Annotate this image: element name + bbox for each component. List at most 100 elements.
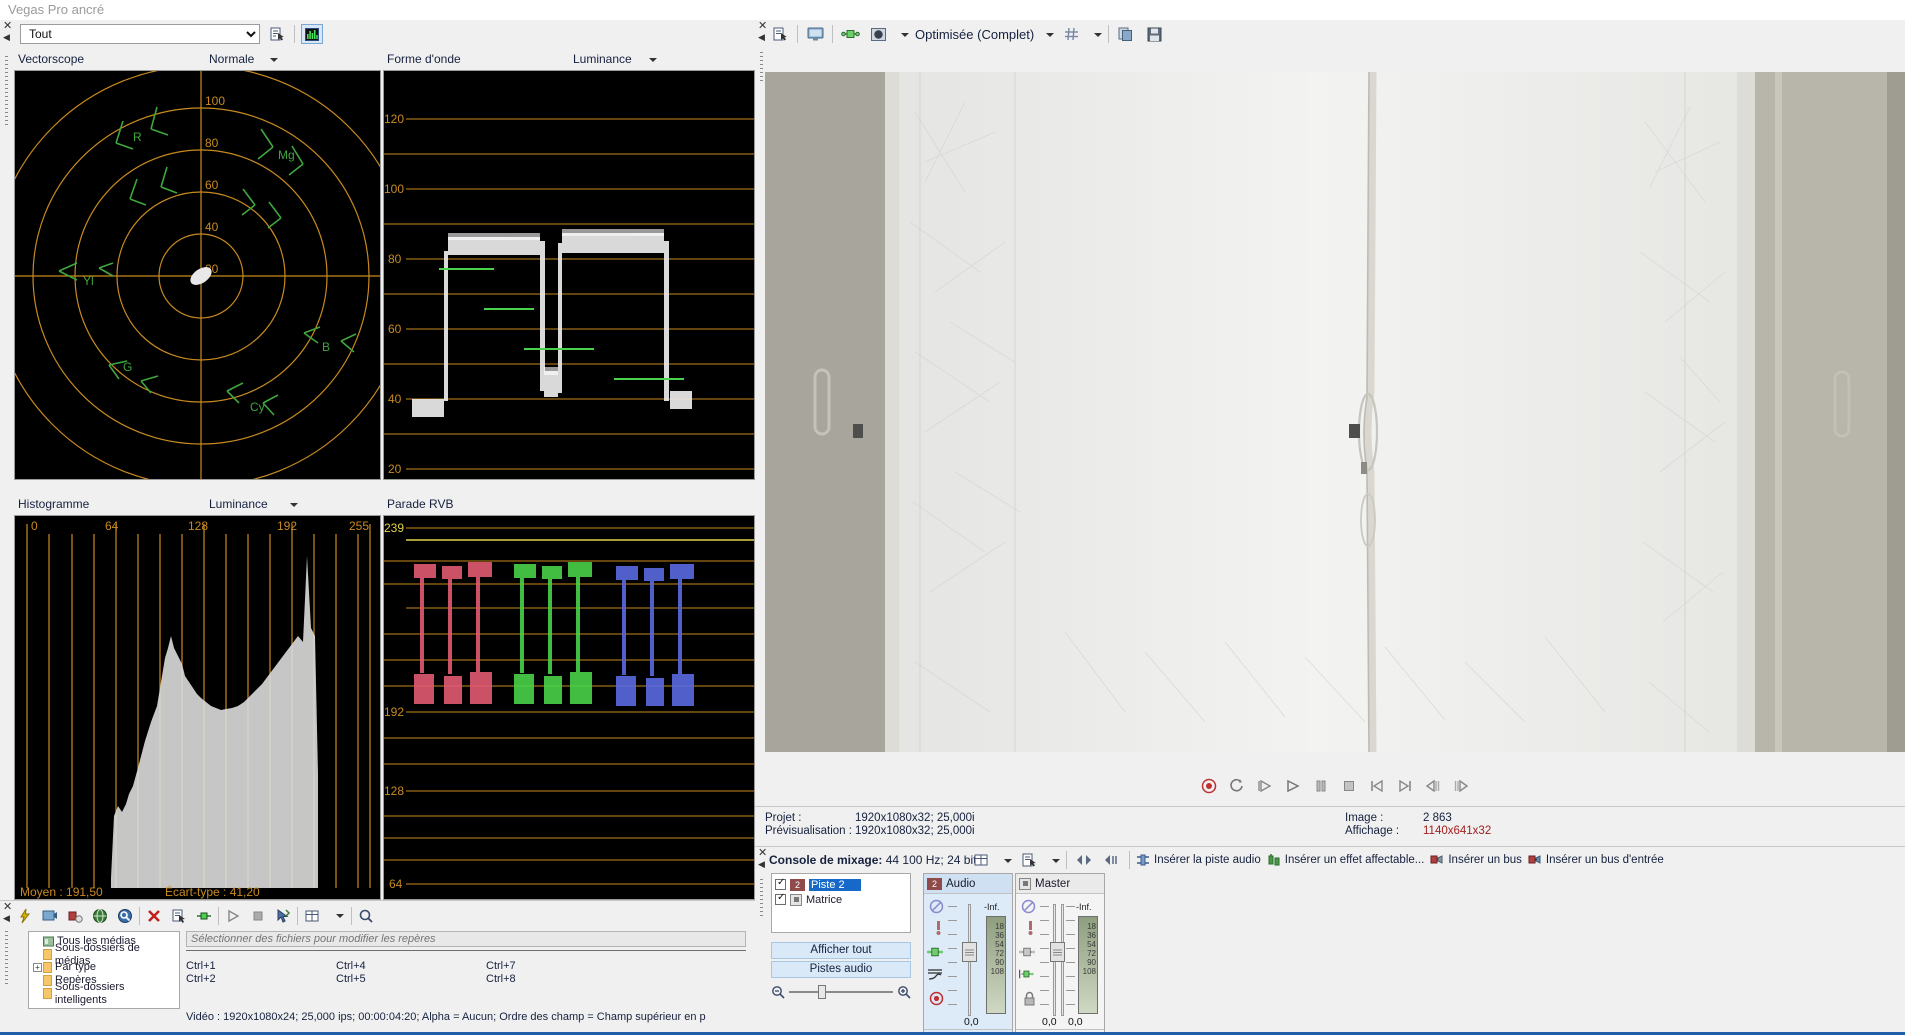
loop-playback-button[interactable] <box>1228 777 1246 795</box>
mixer-track-row[interactable]: 2 Piste 2 <box>775 877 907 892</box>
record-button[interactable] <box>1200 777 1218 795</box>
mixer-strip-master[interactable]: Master <box>1015 873 1105 1035</box>
mixer-dock-grip[interactable]: ✕ ◀ <box>755 847 769 1035</box>
waveform-mode-dropdown-icon[interactable] <box>643 52 657 66</box>
preview-quality-label[interactable]: Optimisée (Complet) <box>915 27 1034 42</box>
view-layout-dropdown-icon[interactable] <box>998 853 1012 867</box>
mixer-track-list[interactable]: 2 Piste 2 Matrice <box>771 873 911 933</box>
volume-value[interactable]: 0,0 <box>964 1016 979 1028</box>
track-label[interactable]: Piste 2 <box>809 879 861 891</box>
media-properties-icon[interactable] <box>114 905 136 927</box>
mute-icon[interactable] <box>1020 898 1036 914</box>
next-frame-button[interactable] <box>1452 777 1470 795</box>
insert-input-bus-button[interactable]: Insérer un bus d'entrée <box>1528 853 1664 867</box>
histogram-display[interactable]: 064 128192 255 Moyen : 191,50 Écart-type… <box>14 515 381 900</box>
track-visible-checkbox[interactable] <box>775 879 786 890</box>
collapse-icon[interactable]: ◀ <box>3 33 10 42</box>
play-from-start-button[interactable] <box>1256 777 1274 795</box>
get-media-web-icon[interactable] <box>89 905 111 927</box>
insert-audio-track-button[interactable]: Insérer la piste audio <box>1136 853 1261 867</box>
mixer-close-icon[interactable]: ✕ <box>758 849 767 858</box>
waveform-mode[interactable]: Luminance <box>573 52 632 66</box>
views-dropdown-icon[interactable] <box>326 905 348 927</box>
volume-value-right[interactable]: 0,0 <box>1068 1016 1083 1028</box>
media-dock-grip[interactable]: ✕ ◀ <box>0 901 14 1035</box>
show-all-button[interactable]: Afficher tout <box>771 942 911 959</box>
stop-button[interactable] <box>1340 777 1358 795</box>
auto-preview-icon[interactable] <box>272 905 294 927</box>
dim-output-icon[interactable] <box>1101 849 1123 871</box>
record-arm-icon[interactable] <box>928 990 944 1006</box>
histogram-mode[interactable]: Luminance <box>209 497 268 511</box>
volume-value-left[interactable]: 0,0 <box>1042 1016 1057 1028</box>
vectorscope-mode-dropdown-icon[interactable] <box>264 52 278 66</box>
play-icon[interactable] <box>222 905 244 927</box>
drag-handle[interactable] <box>5 56 8 126</box>
capture-video-icon[interactable] <box>39 905 61 927</box>
zoom-slider-knob[interactable] <box>818 985 826 999</box>
phase-icon[interactable] <box>1018 966 1034 982</box>
track-label[interactable]: Matrice <box>806 894 842 906</box>
preview-collapse-icon[interactable]: ◀ <box>758 33 765 42</box>
play-button[interactable] <box>1284 777 1302 795</box>
track-visible-checkbox[interactable] <box>775 894 786 905</box>
display-monitor-icon[interactable] <box>804 24 826 44</box>
expand-icon[interactable]: + <box>33 963 42 972</box>
mute-icon[interactable] <box>928 898 944 914</box>
preview-drag-handle[interactable] <box>760 52 763 82</box>
search-icon[interactable] <box>355 905 377 927</box>
automation-icon[interactable] <box>927 966 943 982</box>
mixer-collapse-icon[interactable]: ◀ <box>758 860 765 869</box>
solo-icon[interactable] <box>930 920 946 936</box>
go-to-start-button[interactable] <box>1368 777 1386 795</box>
vectorscope-display[interactable]: 2040 6080 100 RMg BCy GYl <box>14 70 381 480</box>
marker-search-input[interactable] <box>186 931 746 947</box>
mixer-strip-audio[interactable]: 2 Audio <box>923 873 1013 1035</box>
strip-header[interactable]: Master <box>1016 874 1104 894</box>
mute-all-icon[interactable] <box>1073 849 1095 871</box>
insert-assignable-fx-button[interactable]: Insérer un effet affectable... <box>1267 853 1425 867</box>
scopes-dock-grip[interactable]: ✕ ◀ <box>0 20 14 1035</box>
preview-quality-menu-icon[interactable] <box>1040 27 1054 41</box>
zoom-slider-track[interactable] <box>789 991 893 993</box>
mixer-track-row[interactable]: Matrice <box>775 892 907 907</box>
stop-icon[interactable] <box>247 905 269 927</box>
previous-frame-button[interactable] <box>1424 777 1442 795</box>
pan-icon[interactable] <box>1019 944 1035 960</box>
media-folder-tree[interactable]: Tous les médias Sous-dossiers de médias … <box>28 931 180 1009</box>
scope-filter-select[interactable]: Tout <box>20 24 260 44</box>
lock-icon[interactable] <box>1021 990 1037 1006</box>
scope-settings-icon[interactable] <box>266 24 288 44</box>
pause-button[interactable] <box>1312 777 1330 795</box>
mixer-drag-handle[interactable] <box>760 879 763 919</box>
tree-item-smart-subfolders[interactable]: Sous-dossiers intelligents <box>31 987 177 1000</box>
save-snapshot-icon[interactable] <box>1143 24 1165 44</box>
tree-item-by-type[interactable]: + Par type <box>31 961 177 974</box>
channel-settings-dropdown-icon[interactable] <box>1046 853 1060 867</box>
volume-fader[interactable] <box>962 942 977 962</box>
insert-bus-button[interactable]: Insérer un bus <box>1430 853 1522 867</box>
preview-video-frame[interactable] <box>765 72 1905 752</box>
vectorscope-mode[interactable]: Normale <box>209 52 254 66</box>
split-screen-view-icon[interactable] <box>839 24 861 44</box>
select-media-icon[interactable] <box>168 905 190 927</box>
project-video-icon[interactable] <box>769 24 791 44</box>
waveform-display[interactable]: 120100 8060 4020 <box>383 70 755 480</box>
pan-icon[interactable] <box>927 944 943 960</box>
media-close-icon[interactable]: ✕ <box>3 903 12 912</box>
extract-audio-icon[interactable] <box>64 905 86 927</box>
mixer-zoom-slider[interactable] <box>771 983 911 1001</box>
view-layout-icon[interactable] <box>970 849 992 871</box>
add-to-timeline-icon[interactable] <box>193 905 215 927</box>
strip-header[interactable]: 2 Audio <box>924 874 1012 894</box>
preview-close-icon[interactable]: ✕ <box>758 22 767 31</box>
audio-tracks-button[interactable]: Pistes audio <box>771 961 911 978</box>
close-icon[interactable]: ✕ <box>3 22 12 31</box>
overlays-grid-icon[interactable] <box>1060 24 1082 44</box>
views-icon[interactable] <box>301 905 323 927</box>
volume-fader[interactable] <box>1050 942 1065 962</box>
scope-display-icon[interactable] <box>301 24 323 44</box>
channel-settings-icon[interactable] <box>1018 849 1040 871</box>
overlays-dropdown-icon[interactable] <box>1088 27 1102 41</box>
media-drag-handle[interactable] <box>5 931 8 986</box>
